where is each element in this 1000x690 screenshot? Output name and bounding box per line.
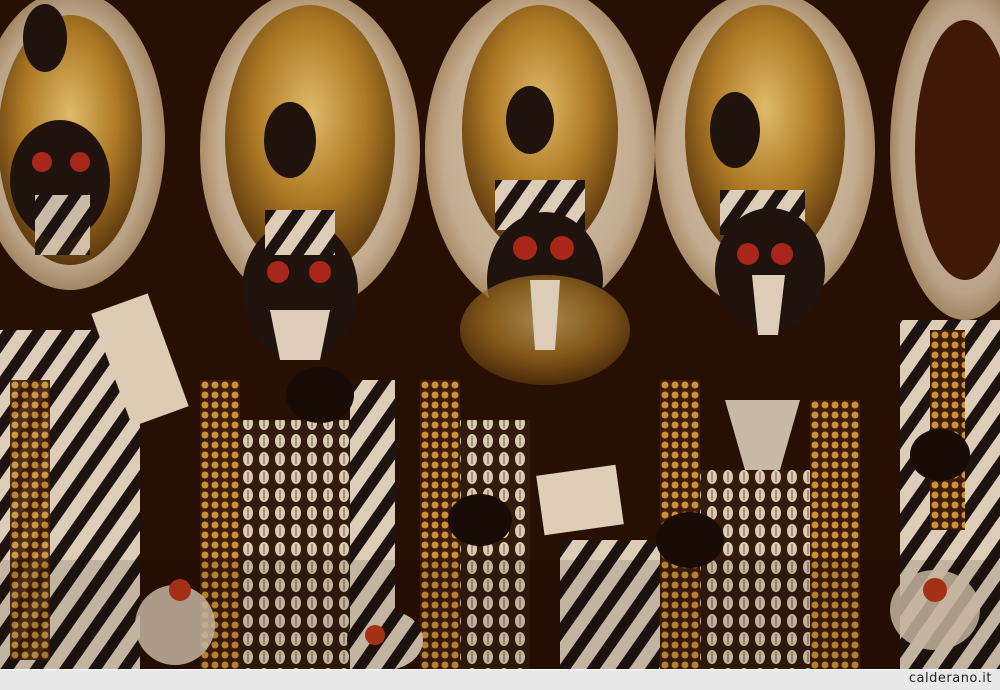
costume-scene (0, 0, 1000, 669)
photograph (0, 0, 1000, 669)
footer-bar: calderano.it (0, 669, 1000, 690)
credit-watermark: calderano.it (908, 671, 992, 686)
